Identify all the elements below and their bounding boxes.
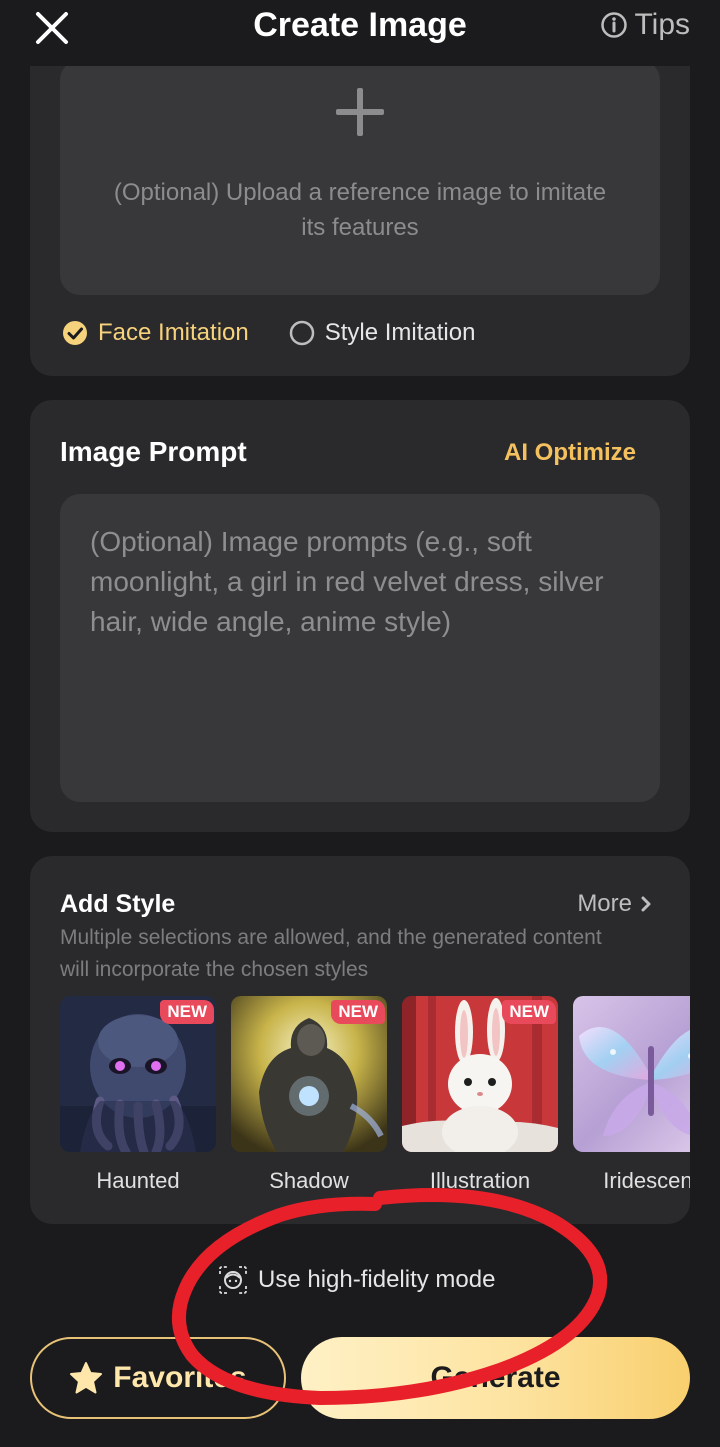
generate-label: Generate xyxy=(430,1361,561,1394)
plus-icon xyxy=(336,88,384,136)
style-item-iridescent[interactable]: Iridescent xyxy=(573,996,690,1194)
favorites-button[interactable]: Favorites xyxy=(30,1337,286,1419)
style-label: Illustration xyxy=(429,1168,531,1193)
style-thumbnail: NEW xyxy=(60,996,216,1152)
style-item-shadow[interactable]: NEW Shadow xyxy=(231,996,387,1194)
generate-button[interactable]: Generate xyxy=(301,1337,690,1419)
style-carousel[interactable]: NEW Haunted NEW Shadow NEW Illustration … xyxy=(60,996,690,1194)
ai-optimize-button[interactable]: AI Optimize xyxy=(504,439,636,467)
style-label: Shadow xyxy=(269,1168,349,1193)
tips-label: Tips xyxy=(634,8,690,41)
tips-button[interactable]: Tips xyxy=(600,8,690,42)
face-scan-icon xyxy=(219,1266,247,1294)
style-description: Multiple selections are allowed, and the… xyxy=(60,926,602,981)
high-fidelity-toggle[interactable]: Use high-fidelity mode xyxy=(218,1265,495,1295)
upload-reference-area[interactable]: (Optional) Upload a reference image to i… xyxy=(60,60,660,295)
style-imitation-label: Style Imitation xyxy=(324,319,476,346)
face-imitation-label: Face Imitation xyxy=(98,319,249,346)
unchecked-circle-icon xyxy=(289,320,314,346)
image-prompt-input[interactable] xyxy=(60,494,660,802)
star-icon xyxy=(70,1362,103,1394)
prompt-title: Image Prompt xyxy=(60,436,247,467)
imitation-mode-group: Face Imitation Style Imitation xyxy=(62,319,515,347)
upload-hint: (Optional) Upload a reference image to i… xyxy=(113,179,607,241)
style-thumbnail: NEW xyxy=(231,996,387,1152)
more-styles-button[interactable]: More xyxy=(577,890,652,918)
new-badge: NEW xyxy=(331,1000,385,1024)
add-style-card: Add Style More Multiple selections are a… xyxy=(30,856,690,1224)
high-fidelity-label: Use high-fidelity mode xyxy=(258,1266,496,1293)
style-title: Add Style xyxy=(60,890,176,918)
style-label: Iridescent xyxy=(603,1168,690,1193)
chevron-right-icon xyxy=(641,896,651,912)
checked-circle-icon xyxy=(63,321,87,345)
new-badge: NEW xyxy=(160,1000,214,1024)
favorites-label: Favorites xyxy=(113,1361,247,1394)
style-item-illustration[interactable]: NEW Illustration xyxy=(402,996,558,1194)
style-item-haunted[interactable]: NEW Haunted xyxy=(60,996,216,1194)
top-bar: Create Image Tips xyxy=(0,0,720,66)
style-thumbnail xyxy=(573,996,690,1152)
style-thumbnail: NEW xyxy=(402,996,558,1152)
new-badge: NEW xyxy=(502,1000,556,1024)
face-imitation-option[interactable]: Face Imitation xyxy=(62,319,249,347)
style-imitation-option[interactable]: Style Imitation xyxy=(289,319,476,347)
reference-upload-card: (Optional) Upload a reference image to i… xyxy=(30,40,690,376)
image-prompt-card: Image Prompt AI Optimize xyxy=(30,400,690,832)
info-icon xyxy=(601,12,628,38)
style-label: Haunted xyxy=(96,1168,180,1193)
more-label: More xyxy=(577,890,632,917)
